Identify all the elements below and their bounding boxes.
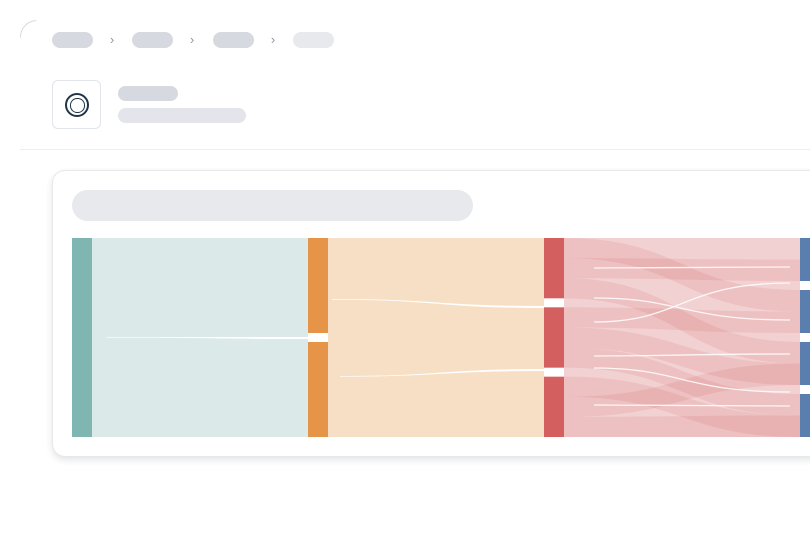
sankey-node [308, 238, 328, 333]
sankey-node [308, 342, 328, 437]
breadcrumb-item-skeleton[interactable] [52, 32, 93, 48]
sankey-node [544, 376, 564, 437]
repository-avatar [52, 80, 101, 129]
sankey-node [72, 238, 92, 437]
repository-ring-inner [70, 98, 85, 113]
breadcrumb-item-skeleton[interactable] [213, 32, 254, 48]
repository-description-skeleton [118, 108, 246, 123]
chevron-right-icon: › [189, 32, 195, 47]
sankey-node [800, 238, 810, 281]
chevron-right-icon: › [270, 32, 276, 47]
sankey-link [564, 415, 800, 437]
sankey-node [800, 394, 810, 437]
page: › › › [0, 0, 810, 536]
sankey-node [544, 238, 564, 299]
sankey-link-band [328, 238, 544, 437]
sankey-node [800, 290, 810, 333]
sankey-link [564, 258, 800, 281]
card-title-skeleton [72, 190, 473, 221]
chevron-right-icon: › [109, 32, 115, 47]
sankey-node [800, 342, 810, 385]
repository-name-skeleton [118, 86, 178, 101]
sankey-node [544, 307, 564, 368]
breadcrumb-item-skeleton[interactable] [132, 32, 173, 48]
header-divider [20, 149, 810, 150]
repository-ring-icon [65, 93, 89, 117]
breadcrumb-current-skeleton [293, 32, 334, 48]
